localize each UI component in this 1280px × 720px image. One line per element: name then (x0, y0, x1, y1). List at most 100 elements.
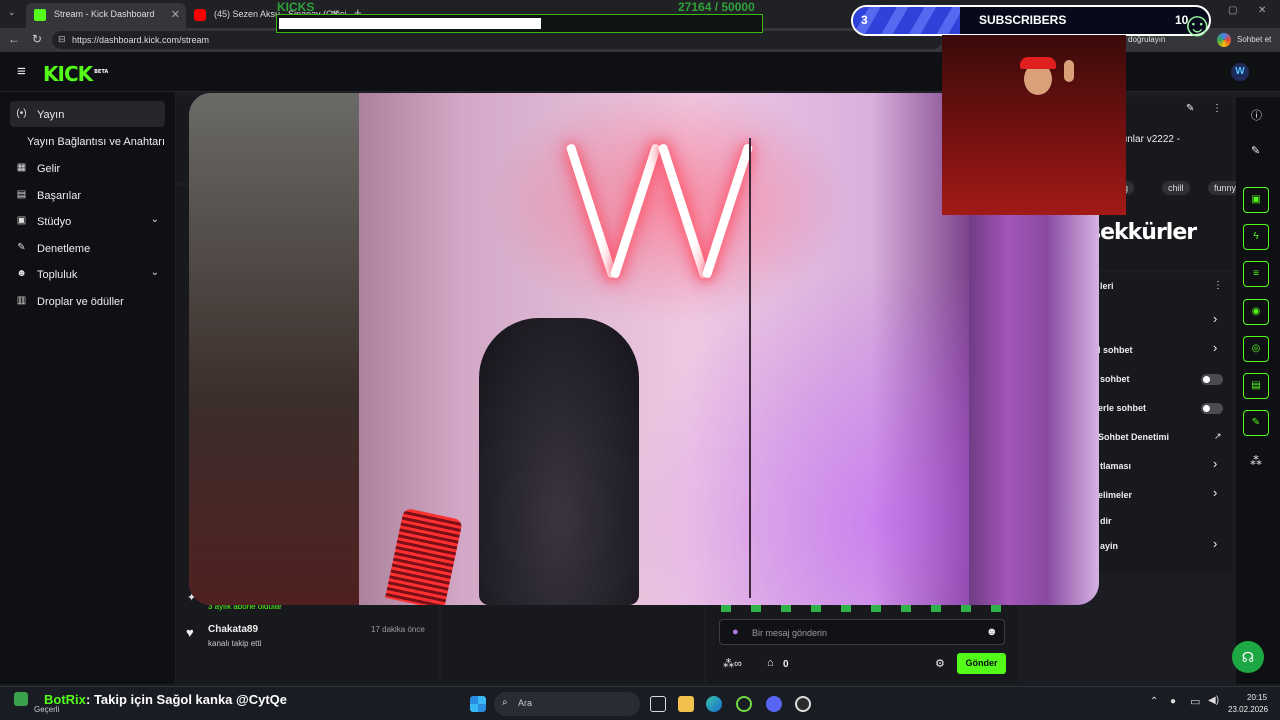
rail-chat-icon[interactable]: ◉ (1243, 299, 1269, 325)
drops-icon: ▥ (16, 295, 27, 306)
network-icon[interactable]: ▭ (1190, 695, 1200, 708)
rail-lightning-icon[interactable]: ϟ (1243, 224, 1269, 250)
neon-w-stroke (565, 143, 618, 279)
window-close-icon[interactable]: ✕ (1258, 5, 1266, 16)
more-options-icon[interactable]: ⋮ (1212, 103, 1222, 114)
microphone-tray-icon[interactable]: ● (1170, 696, 1176, 707)
ai-assistant-icon[interactable] (1217, 33, 1231, 47)
upwork-icon[interactable] (736, 696, 752, 712)
setting-label: erle sohbet (1098, 403, 1147, 413)
windows-start-icon[interactable] (470, 696, 486, 712)
emoji-icon[interactable]: ☻ (986, 626, 998, 638)
task-view-icon[interactable] (650, 696, 666, 712)
url-field[interactable]: ⊟ https://dashboard.kick.com/stream (52, 31, 942, 49)
subs-current: 3 (861, 13, 868, 27)
edit-pencil-icon[interactable]: ✎ (1186, 103, 1194, 114)
info-icon[interactable]: ⓘ (1251, 107, 1262, 123)
widget-avatar-icon[interactable] (14, 692, 28, 706)
more-options-icon[interactable]: ⋮ (1213, 280, 1223, 291)
site-info-icon[interactable]: ⊟ (58, 34, 66, 45)
setting-label: l sohbet (1098, 345, 1133, 355)
show-hidden-icons-icon[interactable]: ⌃ (1150, 696, 1158, 707)
achievements-icon: ▤ (16, 189, 27, 200)
chat-settings-header: leri (1100, 281, 1114, 291)
community-dots-icon[interactable]: ⁂∞ (723, 657, 742, 670)
edit-icon[interactable]: ✎ (1251, 144, 1260, 157)
red-speaker (385, 507, 463, 605)
rail-broadcast-icon[interactable]: ◎ (1243, 336, 1269, 362)
stream-tag: chill (1162, 181, 1190, 195)
tab-title: Stream - Kick Dashboard (54, 9, 155, 19)
setting-label: Sohbet Denetimi (1098, 432, 1170, 442)
setting-toggle[interactable] (1201, 403, 1223, 414)
send-chat-button[interactable]: Gönder (957, 653, 1006, 674)
window-maximize-icon[interactable]: ▢ (1228, 5, 1237, 16)
sidebar-item-gelir[interactable]: ▦ Gelir (10, 155, 165, 181)
chevron-right-icon: › (1213, 456, 1218, 471)
chevron-right-icon: › (1213, 536, 1218, 551)
rail-screenshot-icon[interactable]: ▣ (1243, 187, 1269, 213)
sidebar-item-label: Stüdyo (37, 216, 72, 228)
edge-browser-icon[interactable] (706, 696, 722, 712)
reload-icon[interactable]: ↻ (32, 32, 42, 46)
sidebar-item-label: Yayın Bağlantısı ve Anahtarı (27, 136, 165, 148)
streamer-cap (1020, 57, 1056, 69)
microphone-icon[interactable]: ● (732, 626, 739, 638)
rail-document-icon[interactable]: ≡ (1243, 261, 1269, 287)
neon-w-stroke (657, 143, 710, 279)
file-explorer-icon[interactable] (678, 696, 694, 712)
heart-icon: ♥ (186, 625, 194, 640)
search-placeholder: Ara (518, 698, 533, 708)
sidebar-item-label: Başarılar (37, 190, 82, 202)
chevron-right-icon: › (1213, 485, 1218, 500)
dashboard-sidebar: (•) Yayın Yayın Bağlantısı ve Anahtarı ▦ G… (0, 92, 175, 684)
streamer-mascot-icon: ☺ (1180, 6, 1215, 44)
back-icon[interactable]: ← (8, 32, 20, 46)
sidebar-item-denetleme[interactable]: ✎ Denetleme (10, 235, 165, 261)
community-dots-icon[interactable]: ⁂ (1250, 454, 1262, 468)
user-avatar[interactable]: W (1231, 63, 1249, 81)
activity-detail: kanalı takip etti (208, 639, 262, 648)
chevron-right-icon: › (1213, 340, 1218, 355)
close-tab-icon[interactable]: ✕ (171, 8, 180, 21)
setting-label: dir (1100, 516, 1112, 526)
sidebar-item-droplar[interactable]: ▥ Droplar ve ödüller (10, 288, 165, 314)
youtube-favicon-icon (194, 9, 206, 21)
sidebar-item-topluluk[interactable]: ☻ Topluluk ⌄ (10, 261, 165, 287)
sidebar-item-stream-key[interactable]: Yayın Bağlantısı ve Anahtarı (10, 128, 165, 154)
neon-w-stroke (609, 143, 662, 279)
overlay-banner-text: şekkürler (1088, 220, 1197, 245)
kick-favicon-icon (34, 9, 46, 21)
broadcast-icon: (•) (16, 108, 27, 119)
studio-icon: ▣ (16, 215, 27, 226)
sidebar-item-studyo[interactable]: ▣ Stüdyo ⌄ (10, 208, 165, 234)
rail-wrench-icon[interactable]: ✎ (1243, 410, 1269, 436)
tab-kick-dashboard[interactable]: Stream - Kick Dashboard ✕ (26, 3, 186, 28)
sidebar-item-label: Denetleme (37, 243, 91, 255)
subscribers-goal-bar: 3 SUBSCRIBERS 10 (851, 5, 1211, 36)
gaming-chair (479, 318, 639, 605)
hamburger-menu-icon[interactable]: ≡ (17, 63, 26, 80)
url-text: https://dashboard.kick.com/stream (72, 35, 210, 45)
chat-message-input[interactable]: ● Bir mesaj gönderin ☻ (719, 619, 1005, 645)
chevron-right-icon: › (1213, 311, 1218, 326)
rail-media-icon[interactable]: ▤ (1243, 373, 1269, 399)
taskbar-search-box[interactable]: ⌕ Ara (494, 692, 640, 716)
sidebar-item-basarilar[interactable]: ▤ Başarılar (10, 182, 165, 208)
sidebar-item-yayin[interactable]: (•) Yayın (10, 101, 165, 127)
setting-toggle[interactable] (1201, 374, 1223, 385)
chat-extension-button[interactable]: Sohbet et (1237, 35, 1271, 44)
kick-logo[interactable]: KICK BETA (43, 62, 108, 86)
volume-icon[interactable]: ◀) (1208, 695, 1219, 706)
activity-user[interactable]: Chakata89 (208, 624, 258, 635)
obs-icon[interactable] (795, 696, 811, 712)
external-link-icon: ↗ (1214, 431, 1222, 441)
points-count: 0 (783, 659, 789, 670)
emote-row (721, 604, 1011, 612)
store-icon[interactable]: ⌂ (767, 657, 774, 669)
discord-icon[interactable] (766, 696, 782, 712)
tab-list-chevron-icon[interactable]: ⌄ (8, 7, 16, 18)
support-headset-button[interactable]: ☊ (1232, 641, 1264, 673)
chat-settings-gear-icon[interactable]: ⚙ (935, 657, 945, 670)
sidebar-item-label: Yayın (37, 109, 65, 121)
